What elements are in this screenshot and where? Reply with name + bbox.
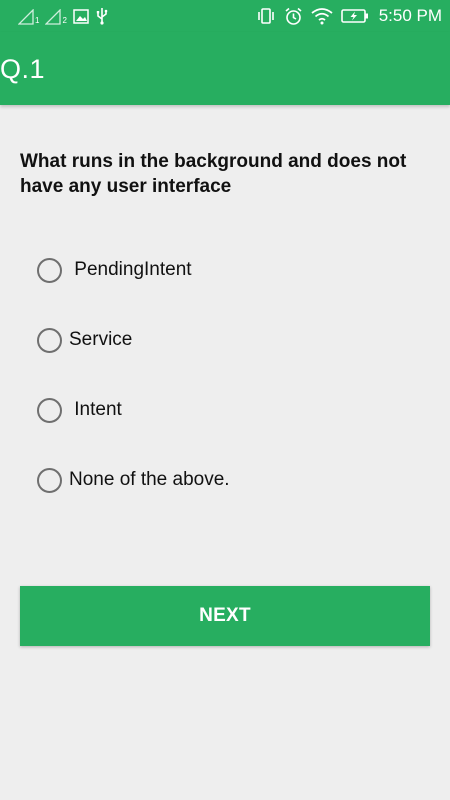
option-pending-intent[interactable]: PendingIntent bbox=[37, 256, 192, 284]
usb-icon bbox=[95, 7, 109, 25]
battery-charging-icon bbox=[340, 8, 369, 24]
radio-button[interactable] bbox=[37, 467, 62, 493]
radio-button[interactable] bbox=[37, 397, 62, 423]
status-right-icons: 5:50 PM bbox=[256, 6, 442, 26]
option-label: None of the above. bbox=[69, 469, 230, 490]
radio-button[interactable] bbox=[37, 257, 62, 283]
option-label: Intent bbox=[69, 399, 122, 420]
status-bar: 1 2 5:50 PM bbox=[0, 0, 450, 32]
sim1-label: 1 bbox=[35, 16, 40, 25]
question-text: What runs in the background and does not… bbox=[20, 151, 407, 197]
page-title: Q.1 bbox=[0, 54, 46, 84]
radio-button[interactable] bbox=[37, 327, 62, 353]
wifi-icon bbox=[311, 7, 333, 25]
sim2-label: 2 bbox=[62, 16, 67, 25]
option-label: PendingIntent bbox=[69, 259, 192, 280]
vibrate-icon bbox=[256, 7, 276, 25]
option-service[interactable]: Service bbox=[37, 326, 132, 354]
alarm-icon bbox=[284, 7, 303, 26]
signal-sim1-icon: 1 bbox=[18, 7, 39, 25]
next-button[interactable]: NEXT bbox=[20, 586, 430, 646]
app-bar: Q.1 bbox=[0, 32, 450, 105]
option-none[interactable]: None of the above. bbox=[37, 466, 230, 494]
status-left-icons: 1 2 bbox=[18, 7, 109, 25]
status-time: 5:50 PM bbox=[378, 6, 442, 25]
option-label: Service bbox=[69, 329, 133, 350]
option-intent[interactable]: Intent bbox=[37, 396, 122, 424]
signal-sim2-icon: 2 bbox=[45, 7, 67, 25]
gallery-notification-icon bbox=[73, 8, 89, 24]
